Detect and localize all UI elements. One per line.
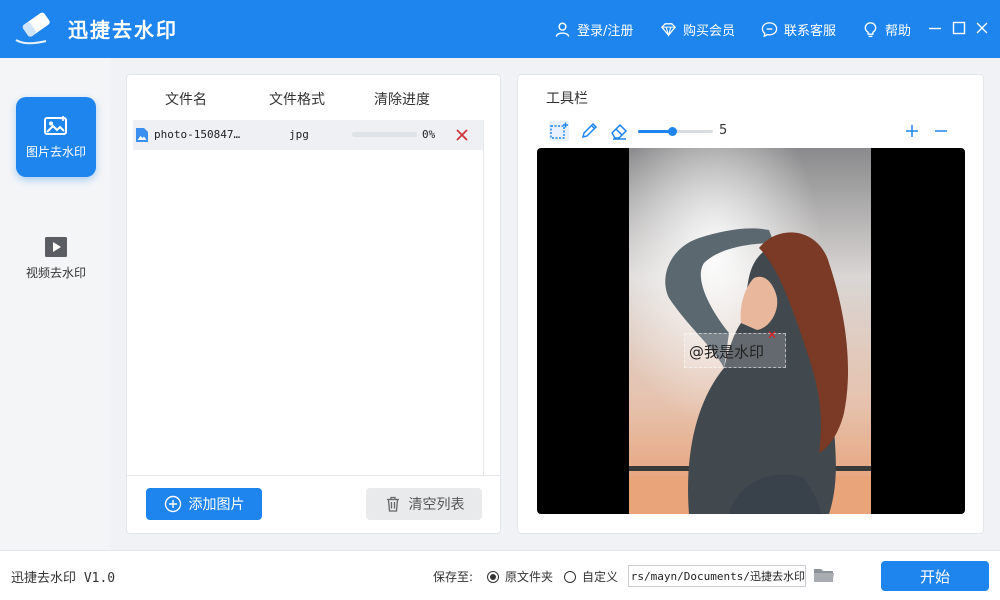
file-list-panel: 文件名 文件格式 清除进度 photo-150847… jpg 0% 添加图片 …	[126, 74, 501, 534]
add-circle-icon	[164, 495, 181, 513]
rect-select-icon[interactable]	[549, 121, 569, 141]
file-format: jpg	[289, 128, 309, 141]
help-link[interactable]: 帮助	[862, 19, 911, 39]
radio-custom-label: 自定义	[582, 570, 619, 584]
app-title: 迅捷去水印	[68, 18, 178, 42]
close-icon[interactable]	[973, 19, 991, 37]
start-button[interactable]: 开始	[881, 561, 989, 591]
column-header-progress: 清除进度	[374, 92, 430, 108]
photo-preview	[629, 148, 871, 514]
table-row[interactable]: photo-150847… jpg 0%	[133, 120, 483, 150]
sidebar-item-video-watermark[interactable]: 视频去水印	[16, 218, 96, 298]
sidebar-item-image-watermark[interactable]: 图片去水印	[16, 97, 96, 177]
eraser-icon[interactable]	[609, 121, 629, 141]
diamond-icon	[660, 22, 677, 37]
file-name: photo-150847…	[154, 128, 241, 141]
help-icon	[864, 21, 877, 37]
progress-bar	[352, 132, 417, 137]
progress-percent: 0%	[422, 128, 436, 141]
clear-list-label: 清空列表	[408, 497, 465, 513]
contact-service-link[interactable]: 联系客服	[761, 19, 836, 39]
image-canvas[interactable]: @我是水印 ✕	[537, 148, 965, 514]
title-bar: 迅捷去水印 登录/注册 购买会员 联系客服 帮助	[0, 0, 1000, 58]
column-header-format: 文件格式	[269, 92, 325, 108]
image-file-icon	[136, 128, 148, 142]
chat-icon	[761, 21, 778, 37]
app-version: 迅捷去水印 V1.0	[11, 571, 116, 586]
eraser-logo-icon	[15, 12, 50, 45]
delete-file-icon[interactable]	[454, 127, 470, 143]
column-header-filename: 文件名	[165, 92, 207, 108]
brush-size-slider[interactable]	[638, 127, 713, 136]
radio-custom-folder[interactable]: 自定义	[564, 568, 618, 585]
radio-original-label: 原文件夹	[505, 570, 554, 584]
zoom-out-icon[interactable]	[931, 121, 951, 141]
sidebar: 图片去水印 视频去水印	[0, 58, 110, 550]
user-icon	[555, 22, 570, 37]
preview-panel: 工具栏 5 @我是水印 ✕	[517, 74, 984, 534]
sidebar-item-label: 图片去水印	[25, 144, 86, 159]
buy-vip-label: 购买会员	[683, 23, 736, 39]
minimize-icon[interactable]	[926, 19, 944, 37]
pen-icon[interactable]	[579, 121, 599, 141]
help-label: 帮助	[885, 23, 912, 39]
list-scrollbar[interactable]	[483, 120, 484, 475]
radio-dot-selected	[490, 573, 496, 580]
radio-dot	[564, 570, 576, 583]
slider-thumb[interactable]	[667, 127, 677, 136]
login-register-label: 登录/注册	[577, 23, 634, 39]
divider	[127, 475, 500, 476]
radio-original-folder[interactable]: 原文件夹	[487, 568, 553, 585]
sidebar-item-label: 视频去水印	[25, 265, 86, 280]
watermark-selection-box[interactable]: @我是水印 ✕	[684, 328, 786, 368]
remove-selection-icon[interactable]: ✕	[767, 328, 777, 342]
slider-fill	[638, 130, 672, 133]
status-bar: 迅捷去水印 V1.0 保存至: 原文件夹 自定义 开始	[0, 550, 1000, 600]
trash-icon	[386, 496, 399, 512]
toolbar-title: 工具栏	[546, 91, 588, 107]
brush-size-value: 5	[719, 123, 728, 138]
start-button-label: 开始	[919, 567, 950, 586]
contact-service-label: 联系客服	[784, 23, 837, 39]
add-image-label: 添加图片	[188, 497, 245, 513]
watermark-text: @我是水印	[689, 343, 765, 361]
radio-dot	[487, 570, 499, 583]
folder-icon[interactable]	[813, 566, 835, 584]
zoom-in-icon[interactable]	[902, 121, 922, 141]
add-image-button[interactable]: 添加图片	[146, 488, 262, 520]
save-to-label: 保存至:	[433, 570, 474, 584]
image-icon	[44, 115, 67, 135]
buy-vip-link[interactable]: 购买会员	[660, 19, 735, 39]
save-path-input[interactable]	[628, 565, 806, 587]
maximize-icon[interactable]	[950, 19, 968, 37]
clear-list-button[interactable]: 清空列表	[366, 488, 482, 520]
login-register-link[interactable]: 登录/注册	[554, 19, 633, 39]
video-play-icon	[45, 236, 67, 257]
